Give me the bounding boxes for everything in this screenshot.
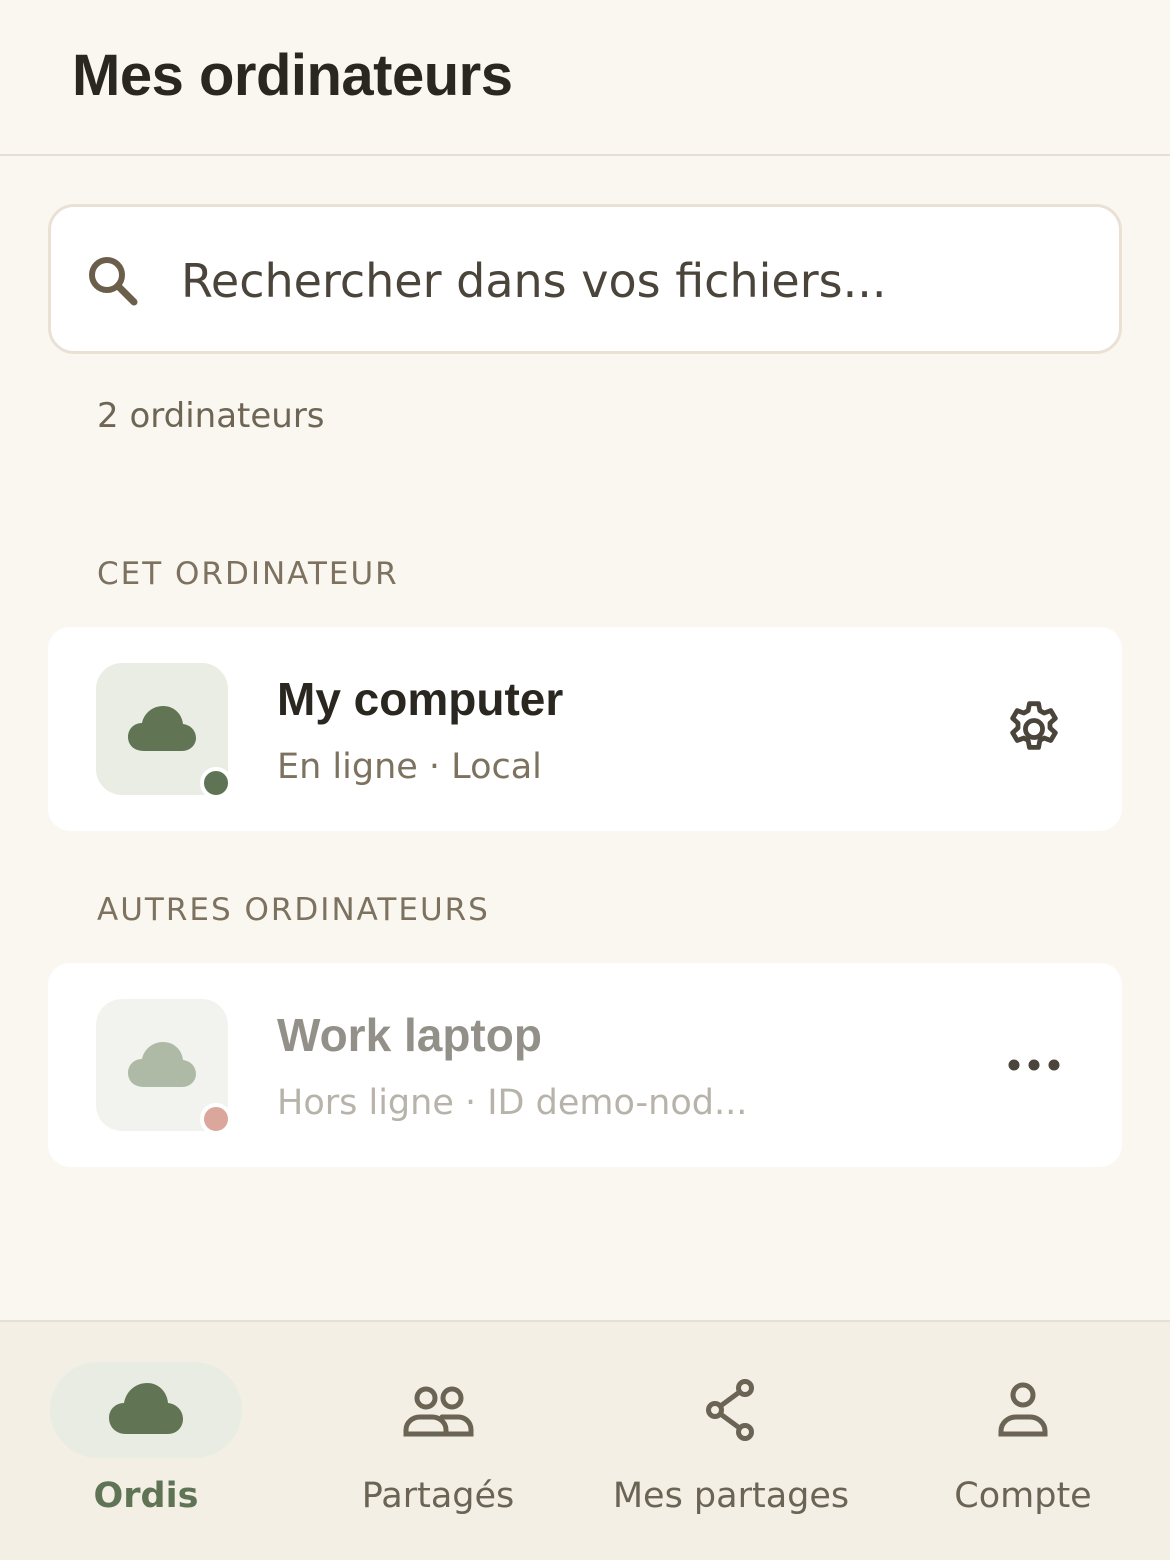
online-status-dot bbox=[200, 767, 232, 799]
user-icon bbox=[998, 1382, 1048, 1437]
share-icon bbox=[706, 1379, 754, 1441]
computer-count: 2 ordinateurs bbox=[97, 396, 325, 436]
device-card-my-computer[interactable]: My computer En ligne · Local bbox=[48, 627, 1122, 831]
more-options-button[interactable] bbox=[994, 1025, 1074, 1105]
device-card-work-laptop[interactable]: Work laptop Hors ligne · ID demo-nod... bbox=[48, 963, 1122, 1167]
cloud-icon bbox=[128, 706, 196, 751]
users-icon bbox=[403, 1386, 474, 1437]
search-input[interactable] bbox=[181, 243, 1081, 319]
section-label-other-computers: AUTRES ORDINATEURS bbox=[97, 892, 490, 928]
nav-item-mes-partages[interactable]: Mes partages bbox=[585, 1322, 877, 1560]
search-icon bbox=[89, 257, 138, 306]
nav-label: Compte bbox=[954, 1476, 1092, 1516]
section-label-this-computer: CET ORDINATEUR bbox=[97, 556, 399, 592]
device-avatar bbox=[96, 999, 232, 1135]
search-bar[interactable] bbox=[48, 204, 1122, 354]
cloud-icon bbox=[128, 1042, 196, 1087]
device-name: My computer bbox=[277, 673, 564, 725]
nav-label: Mes partages bbox=[612, 1476, 850, 1516]
nav-label: Ordis bbox=[93, 1476, 199, 1516]
device-avatar bbox=[96, 663, 232, 799]
nav-item-compte[interactable]: Compte bbox=[877, 1322, 1169, 1560]
header: Mes ordinateurs bbox=[0, 0, 1170, 156]
device-status-text: Hors ligne · ID demo-nod... bbox=[277, 1083, 748, 1123]
page-title: Mes ordinateurs bbox=[72, 43, 513, 108]
cloud-icon bbox=[109, 1383, 183, 1434]
nav-item-ordis[interactable]: Ordis bbox=[0, 1322, 292, 1560]
offline-status-dot bbox=[200, 1103, 232, 1135]
device-name: Work laptop bbox=[277, 1009, 542, 1061]
nav-item-partages[interactable]: Partagés bbox=[292, 1322, 584, 1560]
more-icon bbox=[1008, 1059, 1060, 1071]
gear-icon bbox=[1010, 701, 1058, 750]
bottom-nav: Ordis Partagés Mes partages Compte bbox=[0, 1320, 1170, 1560]
app-screen: Mes ordinateurs 2 ordinateurs CET ORDINA… bbox=[0, 0, 1170, 1560]
settings-button[interactable] bbox=[994, 689, 1074, 769]
nav-label: Partagés bbox=[361, 1476, 515, 1516]
device-status-text: En ligne · Local bbox=[277, 747, 542, 787]
